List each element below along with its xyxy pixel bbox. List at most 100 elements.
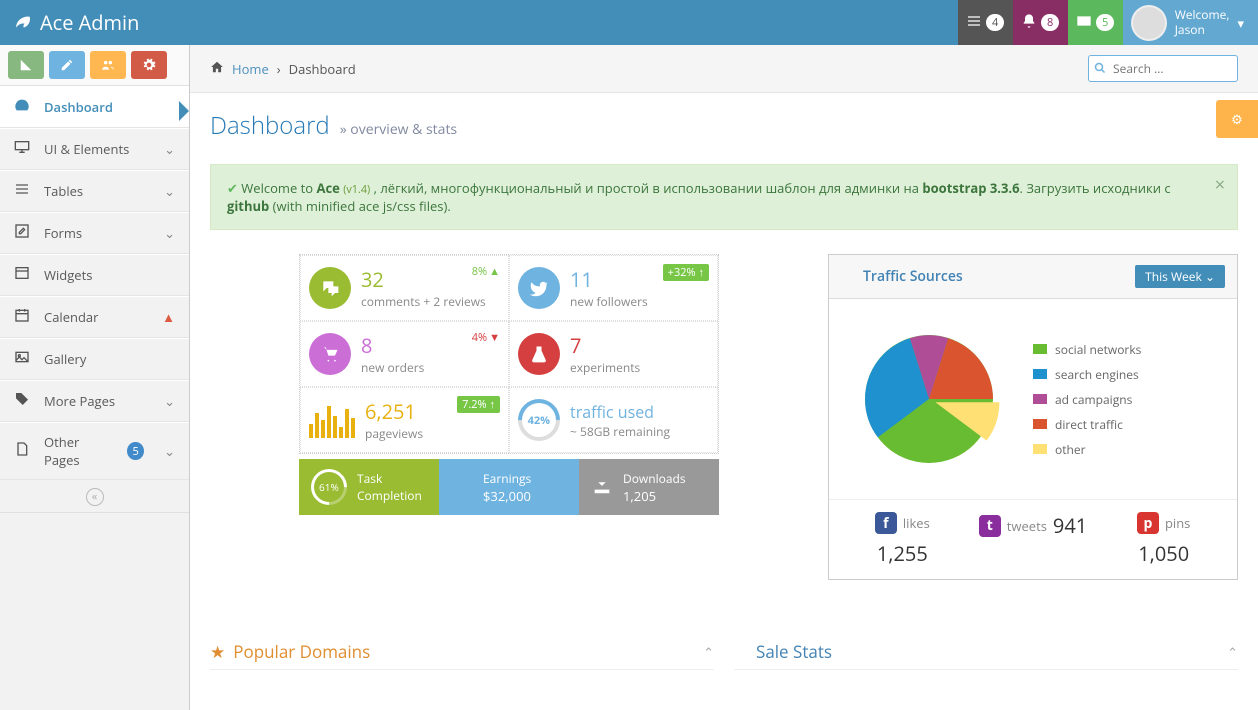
home-icon (210, 60, 224, 78)
close-icon[interactable]: × (1215, 173, 1225, 197)
messages-menu[interactable]: 5 (1068, 0, 1123, 45)
search-icon (1094, 60, 1106, 78)
chevron-down-icon: ⌄ (164, 442, 175, 460)
sidebar-item-gallery[interactable]: Gallery (0, 338, 189, 380)
search-box (1088, 55, 1238, 82)
envelope-icon (1076, 13, 1092, 33)
sidebar-item-label: Dashboard (44, 98, 113, 116)
chevron-up-icon[interactable]: ⌃ (703, 643, 714, 661)
notif-badge: 8 (1041, 14, 1059, 31)
brand[interactable]: Ace Admin (0, 9, 151, 36)
user-menu[interactable]: Welcome, Jason ▾ (1123, 0, 1258, 45)
mail-badge: 5 (1096, 14, 1114, 31)
chevron-down-icon: ⌄ (164, 182, 175, 200)
sidebar-item-calendar[interactable]: Calendar▲ (0, 296, 189, 338)
shortcut-users[interactable] (90, 51, 126, 79)
facebook-icon: f (875, 512, 897, 534)
bell-icon (1021, 13, 1037, 33)
widget-title: Traffic Sources (863, 267, 963, 286)
darkbox-task: 61% TaskCompletion (299, 459, 439, 515)
chevron-left-icon: « (86, 488, 104, 506)
breadcrumb: Home › Dashboard (190, 45, 1258, 93)
tasks-icon (966, 13, 982, 33)
darkbox-earnings: Earnings$32,000 (439, 459, 579, 515)
chevron-down-icon: ⌄ (164, 140, 175, 158)
stat-up: +32% ↑ (663, 264, 709, 281)
signal-icon (734, 640, 748, 663)
settings-tab[interactable]: ⚙ (1216, 100, 1258, 138)
sale-stats-header: Sale Stats ⌃ (734, 640, 1238, 670)
flask-icon (518, 333, 560, 375)
social-tweets: ttweets941 (968, 512, 1099, 567)
star-icon: ★ (210, 640, 225, 663)
github-link[interactable]: github (227, 197, 269, 215)
pencil-square-icon (14, 223, 30, 243)
sidebar-item-dashboard[interactable]: Dashboard (0, 86, 189, 128)
sidebar-item-label: Gallery (44, 350, 86, 368)
darkbox-downloads: Downloads1,205 (579, 459, 719, 515)
stat-up: 8% ▲ (472, 264, 500, 279)
desktop-icon (14, 139, 30, 159)
sidebar-item-label: More Pages (44, 392, 115, 410)
sidebar-item-label: Forms (44, 224, 82, 242)
chevron-up-icon[interactable]: ⌃ (1227, 643, 1238, 661)
legend-item: social networks (1033, 337, 1141, 362)
sidebar: Dashboard UI & Elements⌄ Tables⌄ Forms⌄ … (0, 45, 190, 710)
legend: social networks search engines ad campai… (1033, 337, 1141, 462)
twitter-icon: t (979, 515, 1001, 537)
shortcuts (0, 45, 189, 86)
notifications-menu[interactable]: 8 (1013, 0, 1068, 45)
pie-chart (849, 319, 1009, 479)
period-dropdown[interactable]: This Week ⌄ (1135, 265, 1225, 288)
sidebar-item-ui[interactable]: UI & Elements ⌄ (0, 128, 189, 170)
sparkline-icon (309, 402, 355, 438)
pinterest-icon: p (1137, 512, 1159, 534)
shortcut-edit[interactable] (49, 51, 85, 79)
search-input[interactable] (1088, 55, 1238, 82)
legend-item: ad campaigns (1033, 387, 1141, 412)
stat-up: 7.2% ↑ (457, 396, 500, 413)
file-icon (14, 441, 30, 461)
sidebar-item-label: Tables (44, 182, 83, 200)
breadcrumb-current: Dashboard (289, 60, 356, 78)
sidebar-item-tables[interactable]: Tables ⌄ (0, 170, 189, 212)
infobox-experiments: 7experiments (509, 321, 718, 387)
social-pins: ppins 1,050 (1098, 512, 1229, 567)
chevron-down-icon: ⌄ (164, 224, 175, 242)
signal-icon (841, 267, 855, 286)
page-title: Dashboard (210, 109, 330, 142)
infobox-followers: 11new followers +32% ↑ (509, 255, 718, 321)
infobox-comments: 32comments + 2 reviews 8% ▲ (300, 255, 509, 321)
sidebar-item-forms[interactable]: Forms ⌄ (0, 212, 189, 254)
comments-icon (309, 267, 351, 309)
tag-icon (14, 391, 30, 411)
shortcut-stats[interactable] (8, 51, 44, 79)
check-icon: ✔ (227, 179, 238, 197)
username: Jason (1175, 23, 1230, 37)
cart-icon (309, 333, 351, 375)
shortcut-settings[interactable] (131, 51, 167, 79)
sidebar-item-label: Other Pages (44, 433, 113, 469)
breadcrumb-home[interactable]: Home (232, 60, 269, 78)
sidebar-item-label: Widgets (44, 266, 92, 284)
navbar: Ace Admin 4 8 5 Welcome, Jason ▾ (0, 0, 1258, 45)
sidebar-item-other-pages[interactable]: Other Pages5⌄ (0, 422, 189, 480)
sidebar-item-more-pages[interactable]: More Pages⌄ (0, 380, 189, 422)
welcome-alert: × ✔ Welcome to Ace (v1.4) , лёгкий, мног… (210, 164, 1238, 230)
tasks-menu[interactable]: 4 (958, 0, 1013, 45)
traffic-widget: Traffic Sources This Week ⌄ social netwo… (828, 254, 1238, 580)
tachometer-icon (14, 97, 30, 117)
sidebar-item-widgets[interactable]: Widgets (0, 254, 189, 296)
list-icon (14, 181, 30, 201)
page-subtitle: » overview & stats (340, 120, 457, 139)
caret-down-icon: ▾ (1237, 14, 1244, 32)
bars-icon (451, 474, 473, 500)
sidebar-item-label: UI & Elements (44, 140, 129, 158)
infobox-orders: 8new orders 4% ▼ (300, 321, 509, 387)
sidebar-collapse[interactable]: « (0, 480, 189, 513)
legend-item: other (1033, 437, 1141, 462)
stat-down: 4% ▼ (472, 330, 500, 345)
download-icon (591, 474, 613, 500)
sidebar-item-label: Calendar (44, 308, 98, 326)
picture-icon (14, 349, 30, 369)
